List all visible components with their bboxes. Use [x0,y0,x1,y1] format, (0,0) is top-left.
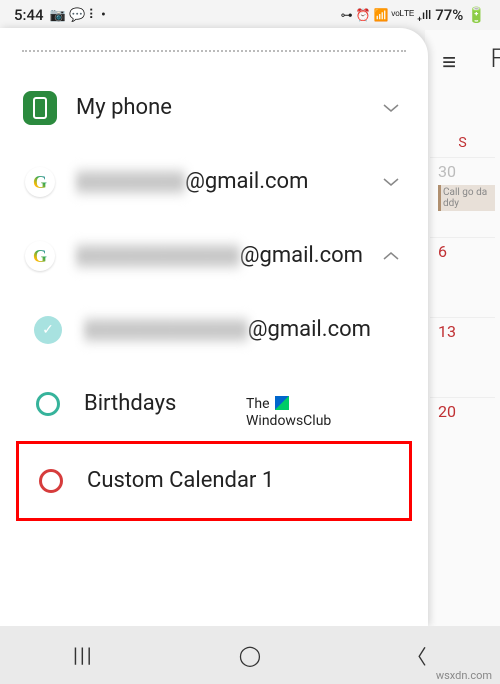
calendar-row-birthdays[interactable]: Birthdays [8,367,420,441]
event-pill[interactable]: Call go da ddy [438,185,495,211]
calendar-cell[interactable]: 13 [430,317,495,397]
calendar-row-sub[interactable]: ✓ xxxxxxxxxxxxxxx@gmail.com [8,293,420,367]
calendar-sunday-column: S 30 Call go da ddy 6 13 20 [430,135,495,477]
watermark-logo-icon [275,396,289,410]
android-nav-bar: ||| ◯ 〈 [0,626,500,684]
calendar-accounts-drawer: My phone G xxxxxxxxxx@gmail.com G xxxxxx… [0,28,428,626]
watermark-line2: WindowsClub [246,413,331,429]
date-number: 30 [438,162,456,181]
source-watermark: wsxdn.com [436,669,492,682]
calendar-label: Birthdays [84,391,406,417]
calendar-cell[interactable]: 6 [430,237,495,317]
status-right: ⊶ ⏰ 📶 ᵛᵒᴸᵀᴱ ₊ıll 77% 🔋 [341,6,486,24]
blurred-username: xxxxxxxxxxxxxxx [84,317,248,343]
account-row-my-phone[interactable]: My phone [8,71,420,145]
page-title-peek: F [490,44,500,74]
chevron-down-icon[interactable] [382,172,406,193]
account-label: xxxxxxxxxxxxxxx@gmail.com [76,243,364,269]
ring-icon[interactable] [39,469,63,493]
status-left-icons: 📷 💬 ⠇ • [50,8,106,23]
day-header: S [430,135,495,151]
chevron-down-icon[interactable] [382,98,406,119]
account-row-google-1[interactable]: G xxxxxxxxxx@gmail.com [8,145,420,219]
calendar-cell[interactable]: 20 [430,397,495,477]
recents-button[interactable]: ||| [68,643,98,667]
status-left: 5:44 📷 💬 ⠇ • [14,6,106,24]
status-time: 5:44 [14,6,44,24]
hamburger-icon[interactable]: ≡ [442,48,456,77]
email-suffix: @gmail.com [185,169,308,194]
battery-icon: 🔋 [467,6,486,24]
watermark-line1: The [246,396,270,412]
blurred-username: xxxxxxxxxx [76,169,185,195]
calendar-label: xxxxxxxxxxxxxxx@gmail.com [84,317,406,343]
google-icon: G [25,241,55,271]
calendar-row-custom-1[interactable]: Custom Calendar 1 [19,444,409,518]
status-battery: 77% [435,6,463,24]
back-button[interactable]: 〈 [402,641,432,670]
home-button[interactable]: ◯ [235,643,265,667]
ring-icon[interactable] [36,392,60,416]
status-right-icons: ⊶ ⏰ 📶 ᵛᵒᴸᵀᴱ ₊ıll [341,8,432,22]
drawer-handle[interactable] [22,50,406,53]
date-number: 6 [438,242,447,261]
status-bar: 5:44 📷 💬 ⠇ • ⊶ ⏰ 📶 ᵛᵒᴸᵀᴱ ₊ıll 77% 🔋 [0,0,500,30]
email-suffix: @gmail.com [248,317,371,342]
date-number: 13 [438,322,456,341]
check-circle-icon[interactable]: ✓ [34,316,62,344]
calendar-cell[interactable]: 30 Call go da ddy [430,157,495,237]
google-icon: G [25,167,55,197]
date-number: 20 [438,402,456,421]
calendar-background: ≡ F S 30 Call go da ddy 6 13 20 [425,30,500,626]
watermark: The WindowsClub [246,396,331,430]
account-label: My phone [76,95,364,121]
account-label: xxxxxxxxxx@gmail.com [76,169,364,195]
chevron-up-icon[interactable] [382,246,406,267]
blurred-username: xxxxxxxxxxxxxxx [76,243,240,269]
phone-icon [23,91,57,125]
highlight-annotation: Custom Calendar 1 [16,441,412,521]
calendar-label: Custom Calendar 1 [87,468,395,494]
email-suffix: @gmail.com [240,243,363,268]
account-row-google-2[interactable]: G xxxxxxxxxxxxxxx@gmail.com [8,219,420,293]
